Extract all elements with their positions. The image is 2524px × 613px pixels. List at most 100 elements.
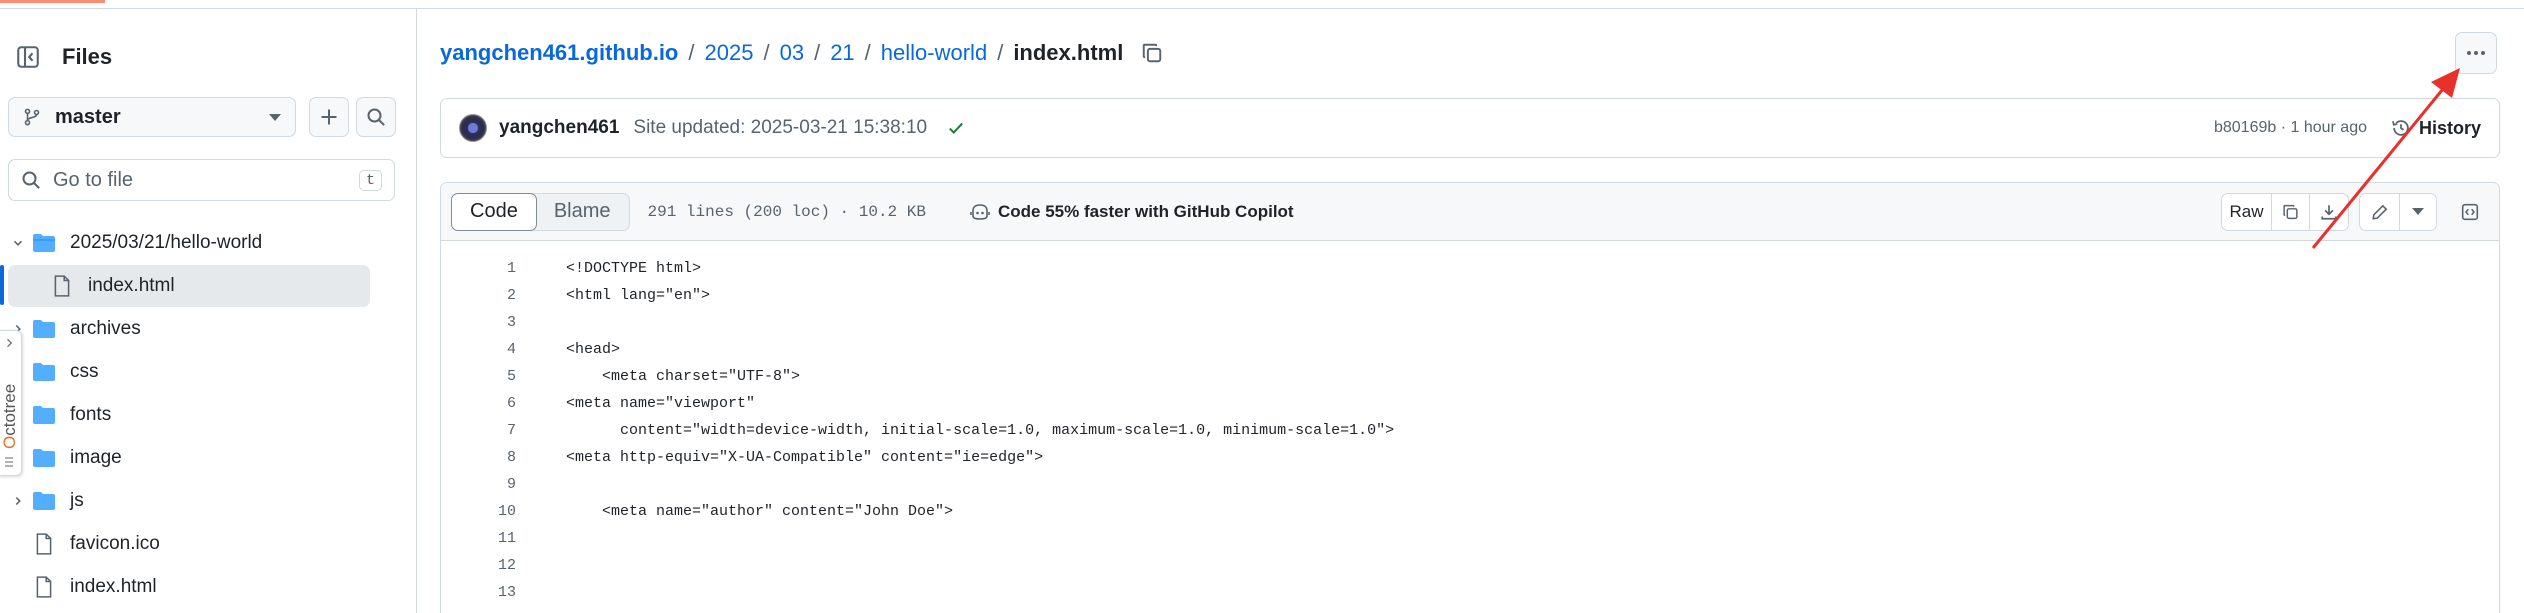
folder-icon <box>30 319 58 339</box>
line-number[interactable]: 1 <box>441 260 516 277</box>
avatar[interactable] <box>459 114 487 142</box>
tree-file-index-html-selected[interactable]: index.html <box>8 265 370 307</box>
breadcrumb-separator: / <box>763 40 770 65</box>
copy-path-button[interactable] <box>1141 42 1163 64</box>
chevron-down-icon[interactable] <box>6 236 30 250</box>
line-number[interactable]: 5 <box>441 368 516 385</box>
octotree-toggle[interactable]: Octotree <box>0 330 22 476</box>
breadcrumb-link-2025[interactable]: 2025 <box>705 40 754 66</box>
tree-file-index-html[interactable]: index.html <box>30 566 366 608</box>
chevron-down-icon <box>2412 208 2424 215</box>
history-button[interactable]: History <box>2391 118 2481 139</box>
branch-selector[interactable]: master <box>8 97 296 137</box>
drag-handle-icon[interactable] <box>4 455 14 469</box>
search-icon <box>22 171 40 189</box>
line-number[interactable]: 11 <box>441 530 516 547</box>
search-button[interactable] <box>356 97 396 137</box>
line-number[interactable]: 13 <box>441 584 516 601</box>
chevron-right-icon[interactable] <box>6 494 30 508</box>
folder-icon <box>30 405 58 425</box>
blame-tab[interactable]: Blame <box>536 194 629 230</box>
commit-author[interactable]: yangchen461 <box>499 117 619 139</box>
code-line: 13 <box>441 579 516 606</box>
kebab-horizontal-icon <box>2467 51 2485 55</box>
raw-button[interactable]: Raw <box>2222 193 2272 230</box>
code-line: 11 <box>441 525 516 552</box>
tree-item-label: index.html <box>70 576 157 597</box>
plus-icon <box>321 109 337 125</box>
tree-folder-js[interactable]: js <box>6 480 366 522</box>
tree-folder-css[interactable]: css <box>6 351 366 393</box>
tree-file-favicon[interactable]: favicon.ico <box>30 523 366 565</box>
code-text: content="width=device-width, initial-sca… <box>566 422 1395 439</box>
code-text: <html lang="en"> <box>566 287 711 304</box>
pencil-icon <box>2371 204 2387 220</box>
code-line: 12 <box>441 552 516 579</box>
line-number[interactable]: 9 <box>441 476 516 493</box>
tree-item-label: index.html <box>88 275 175 296</box>
breadcrumb-separator: / <box>997 40 1004 65</box>
line-number[interactable]: 7 <box>441 422 516 439</box>
tree-item-label: image <box>70 447 122 468</box>
line-number[interactable]: 12 <box>441 557 516 574</box>
breadcrumb-link-21[interactable]: 21 <box>830 40 854 66</box>
code-line: 3 <box>441 309 516 336</box>
code-line: 7 content="width=device-width, initial-s… <box>441 417 1394 444</box>
line-number[interactable]: 10 <box>441 503 516 520</box>
go-to-file-field[interactable]: t <box>8 159 395 201</box>
commit-meta: b80169b · 1 hour ago History <box>2214 118 2481 139</box>
line-number[interactable]: 8 <box>441 449 516 466</box>
line-number[interactable]: 6 <box>441 395 516 412</box>
folder-icon <box>30 362 58 382</box>
copy-icon <box>1143 43 1162 63</box>
code-view[interactable]: 1 <!DOCTYPE html> 2 <html lang="en"> 3 4 <h… <box>441 241 2499 601</box>
file-icon <box>30 576 58 598</box>
breadcrumb-current-file: index.html <box>1013 40 1124 65</box>
code-line: 4 <head> <box>441 336 620 363</box>
go-to-file-shortcut: t <box>358 169 382 191</box>
symbols-panel-button[interactable] <box>2451 193 2489 231</box>
folder-icon <box>30 448 58 468</box>
file-header: Code Blame 291 lines (200 loc) · 10.2 KB… <box>441 183 2499 241</box>
tree-folder-archives[interactable]: archives <box>6 308 366 350</box>
line-number[interactable]: 4 <box>441 341 516 358</box>
download-button[interactable] <box>2310 194 2348 230</box>
breadcrumb-link-hello-world[interactable]: hello-world <box>881 40 987 66</box>
commit-message[interactable]: Site updated: 2025-03-21 15:38:10 <box>633 117 927 139</box>
copilot-icon <box>970 203 990 220</box>
code-line: 9 <box>441 471 516 498</box>
file-actions: Raw <box>2221 192 2489 231</box>
breadcrumb-repo-link[interactable]: yangchen461.github.io <box>440 40 678 66</box>
edit-button[interactable] <box>2360 193 2400 230</box>
tree-folder-image[interactable]: image <box>6 437 366 479</box>
history-label: History <box>2418 117 2481 138</box>
commit-sha-time[interactable]: b80169b · 1 hour ago <box>2214 119 2367 137</box>
tree-folder-hello-world[interactable]: 2025/03/21/hello-world <box>6 222 366 264</box>
code-line: 6 <meta name="viewport" <box>441 390 755 417</box>
tree-item-label: archives <box>70 318 141 339</box>
copy-raw-button[interactable] <box>2272 193 2310 230</box>
chevron-right-icon <box>7 338 13 348</box>
file-viewer: Code Blame 291 lines (200 loc) · 10.2 KB… <box>440 182 2500 613</box>
edit-dropdown-button[interactable] <box>2400 194 2436 230</box>
go-to-file-input[interactable] <box>53 168 359 192</box>
more-options-button[interactable] <box>2455 32 2497 74</box>
branch-icon <box>24 108 40 126</box>
tree-item-label: js <box>70 490 84 511</box>
code-text: <meta http-equiv="X-UA-Compatible" conte… <box>566 449 1044 466</box>
code-text: <head> <box>566 341 621 358</box>
line-number[interactable]: 2 <box>441 287 516 304</box>
sidebar-title: Files <box>62 44 113 69</box>
breadcrumb-link-03[interactable]: 03 <box>780 40 804 66</box>
file-icon <box>48 275 76 297</box>
tree-folder-fonts[interactable]: fonts <box>6 394 366 436</box>
line-number[interactable]: 3 <box>441 314 516 331</box>
check-icon[interactable] <box>947 119 965 137</box>
collapse-sidebar-button[interactable] <box>8 37 48 77</box>
copilot-promo-link[interactable]: Code 55% faster with GitHub Copilot <box>970 202 1294 222</box>
code-line: 2 <html lang="en"> <box>441 282 710 309</box>
tree-item-label: fonts <box>70 404 112 425</box>
add-file-button[interactable] <box>309 97 349 137</box>
code-tab[interactable]: Code <box>451 192 537 231</box>
selected-file-marker <box>0 265 4 305</box>
